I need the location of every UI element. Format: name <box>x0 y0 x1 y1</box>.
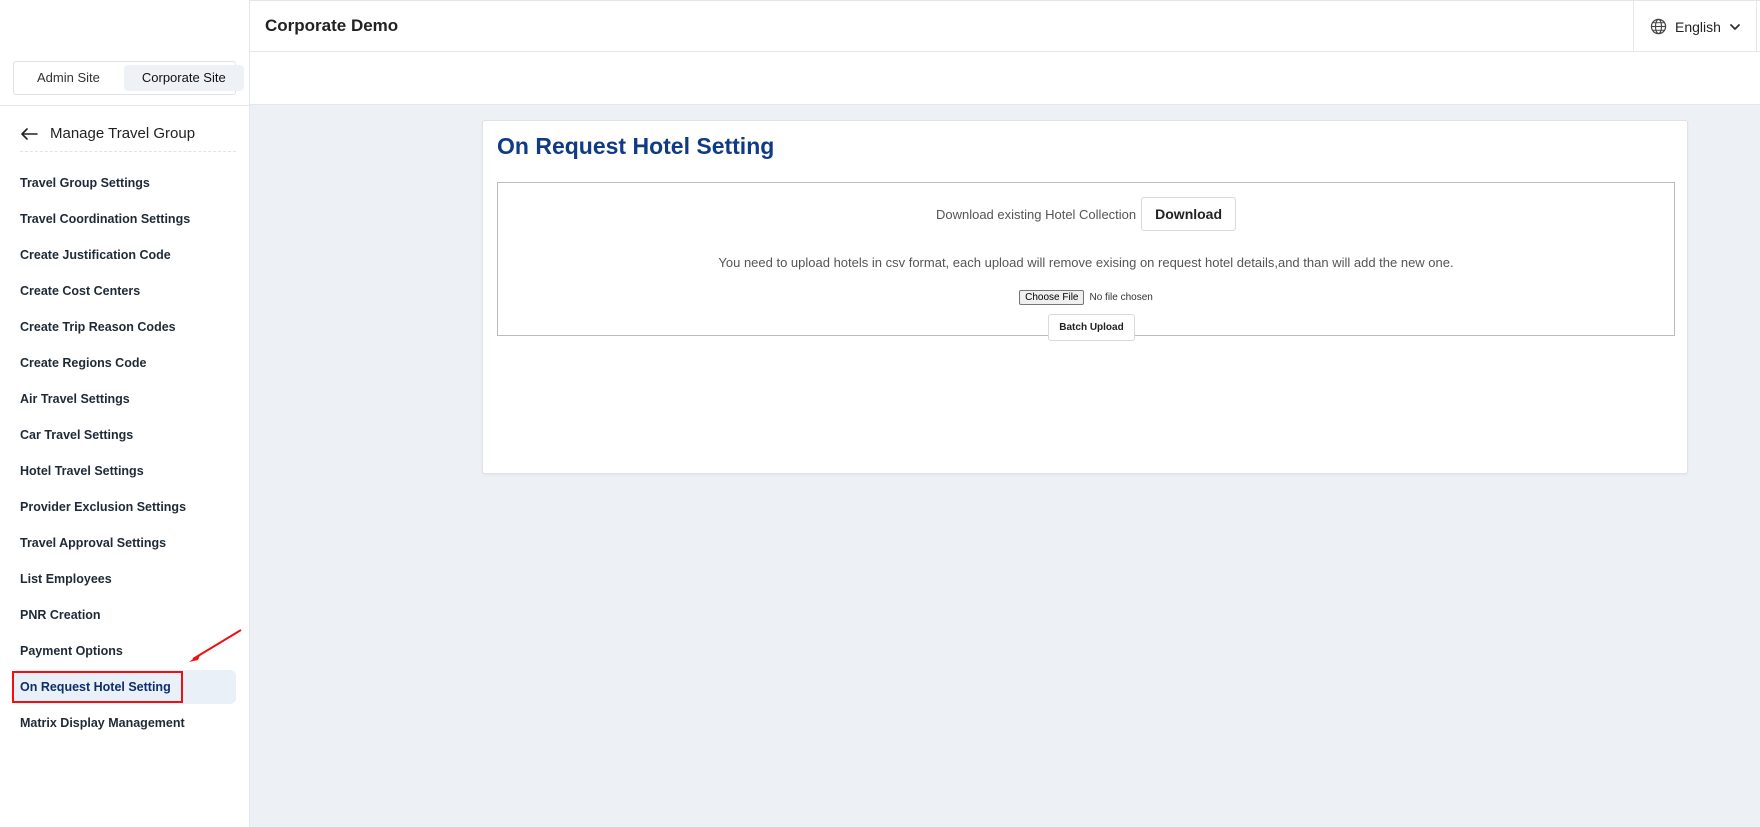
download-button[interactable]: Download <box>1141 197 1237 231</box>
sidebar-item-pnr-creation[interactable]: PNR Creation <box>12 598 236 632</box>
sidebar-item-hotel-travel-settings[interactable]: Hotel Travel Settings <box>12 454 236 488</box>
sub-bar <box>250 52 1760 105</box>
language-label: English <box>1675 18 1721 35</box>
sidebar-item-travel-approval-settings[interactable]: Travel Approval Settings <box>12 526 236 560</box>
sidebar-item-create-regions-code[interactable]: Create Regions Code <box>12 346 236 380</box>
app-title: Corporate Demo <box>265 16 399 35</box>
sidebar-item-air-travel-settings[interactable]: Air Travel Settings <box>12 382 236 416</box>
file-input: Choose File No file chosen <box>498 290 1674 305</box>
divider <box>0 105 250 106</box>
site-switch: Admin Site Corporate Site <box>13 61 244 95</box>
sidebar: Admin Site Corporate Site Manage Travel … <box>0 0 250 827</box>
section-title: Manage Travel Group <box>50 125 196 142</box>
back-row: Manage Travel Group <box>20 116 236 152</box>
batch-upload-button[interactable]: Batch Upload <box>1048 314 1135 341</box>
top-bar: Corporate Demo English <box>250 0 1760 52</box>
download-label: Download existing Hotel Collection <box>935 206 1137 222</box>
sidebar-item-create-justification-code[interactable]: Create Justification Code <box>12 238 236 272</box>
upload-panel: Download existing Hotel Collection Downl… <box>497 182 1675 341</box>
sidebar-item-list-employees[interactable]: List Employees <box>12 562 236 596</box>
sidebar-item-create-cost-centers[interactable]: Create Cost Centers <box>12 274 236 308</box>
sidebar-item-create-trip-reason-codes[interactable]: Create Trip Reason Codes <box>12 310 236 344</box>
highlight-box: On Request Hotel Setting <box>12 671 183 703</box>
language-selector[interactable]: English <box>1633 1 1757 52</box>
choose-file-button[interactable]: Choose File <box>1019 290 1085 305</box>
sidebar-item-on-request-hotel-setting[interactable]: On Request Hotel Setting <box>12 670 236 704</box>
settings-card: On Request Hotel Setting Download existi… <box>482 120 1688 474</box>
sidebar-item-car-travel-settings[interactable]: Car Travel Settings <box>12 418 236 452</box>
globe-icon <box>1650 18 1667 35</box>
file-status: No file chosen <box>1089 292 1153 303</box>
page-title: On Request Hotel Setting <box>497 133 775 159</box>
chevron-down-icon <box>1730 23 1740 30</box>
sidebar-item-provider-exclusion-settings[interactable]: Provider Exclusion Settings <box>12 490 236 524</box>
tab-admin-site[interactable]: Admin Site <box>17 65 120 91</box>
tab-corporate-site[interactable]: Corporate Site <box>123 65 244 91</box>
sidebar-item-label: On Request Hotel Setting <box>20 680 171 694</box>
arrow-left-icon[interactable] <box>20 127 38 141</box>
sidebar-item-travel-group-settings[interactable]: Travel Group Settings <box>12 166 236 200</box>
upload-instructions: You need to upload hotels in csv format,… <box>718 255 1454 270</box>
annotation-arrow-icon <box>189 629 242 662</box>
sidebar-item-matrix-display-management[interactable]: Matrix Display Management <box>12 706 236 740</box>
download-row: Download existing Hotel Collection Downl… <box>498 197 1674 231</box>
logo-area <box>0 0 249 52</box>
sidebar-item-travel-coordination-settings[interactable]: Travel Coordination Settings <box>12 202 236 236</box>
